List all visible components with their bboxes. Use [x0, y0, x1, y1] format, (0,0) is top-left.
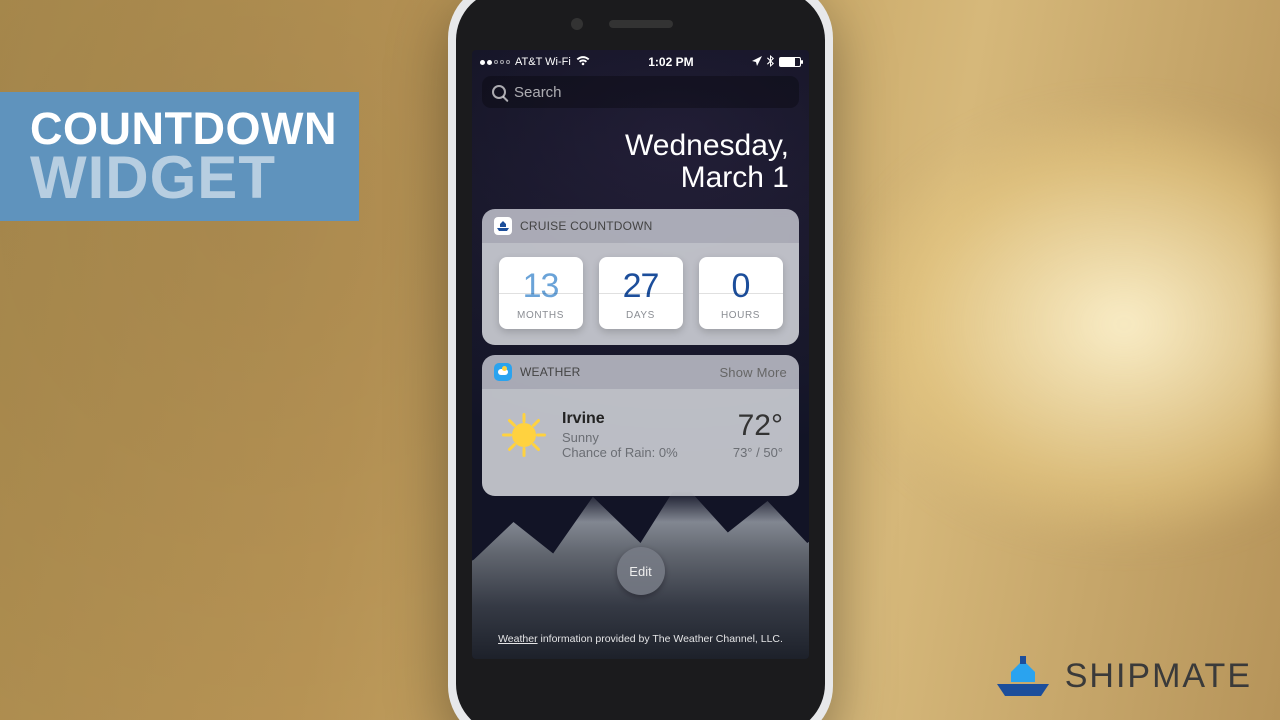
weather-attribution: Weather information provided by The Weat…	[472, 633, 809, 645]
edit-label: Edit	[629, 564, 651, 579]
weather-header: WEATHER Show More	[482, 355, 799, 389]
countdown-months-card: 13 MONTHS	[499, 257, 583, 329]
weather-city: Irvine	[562, 410, 717, 428]
edit-widgets-button[interactable]: Edit	[617, 547, 665, 595]
search-placeholder: Search	[514, 84, 562, 101]
countdown-days-card: 27 DAYS	[599, 257, 683, 329]
weather-attribution-text: information provided by The Weather Chan…	[538, 633, 783, 645]
weather-body: Irvine Sunny Chance of Rain: 0% 72° 73° …	[482, 389, 799, 496]
status-bar-left: AT&T Wi-Fi	[480, 56, 590, 69]
promo-title-badge: COUNTDOWN WIDGET	[0, 92, 359, 221]
countdown-cards: 13 MONTHS 27 DAYS 0 HOURS	[496, 257, 785, 329]
status-bar-right	[752, 55, 801, 70]
countdown-hours-label: HOURS	[699, 310, 783, 321]
shipmate-app-icon	[494, 217, 512, 235]
brand-lockup: SHIPMATE	[993, 654, 1252, 698]
phone-earpiece	[609, 20, 673, 28]
weather-temps: 72° 73° / 50°	[733, 409, 783, 460]
phone-camera-dot	[571, 18, 583, 30]
location-icon	[752, 56, 762, 69]
bluetooth-icon	[767, 55, 774, 70]
cruise-countdown-title: CRUISE COUNTDOWN	[520, 219, 653, 233]
promo-title-line2: WIDGET	[30, 150, 337, 206]
spotlight-search[interactable]: Search	[482, 76, 799, 108]
cruise-countdown-header: CRUISE COUNTDOWN	[482, 209, 799, 243]
countdown-hours-card: 0 HOURS	[699, 257, 783, 329]
phone-device-frame: AT&T Wi-Fi 1:02 PM	[448, 0, 833, 720]
weather-row: Irvine Sunny Chance of Rain: 0% 72° 73° …	[496, 403, 785, 480]
weather-hilo: 73° / 50°	[733, 445, 783, 460]
status-bar-time: 1:02 PM	[648, 55, 693, 69]
search-icon	[492, 85, 506, 99]
wifi-icon	[576, 56, 590, 69]
phone-bezel: AT&T Wi-Fi 1:02 PM	[456, 0, 825, 720]
weather-attribution-link[interactable]: Weather	[498, 633, 538, 645]
today-date-line1: Wednesday,	[472, 130, 789, 162]
weather-condition: Sunny	[562, 430, 717, 445]
battery-icon	[779, 57, 801, 67]
ship-icon	[993, 654, 1053, 698]
cruise-countdown-widget[interactable]: CRUISE COUNTDOWN 13 MONTHS 27 DAYS	[482, 209, 799, 345]
weather-widget[interactable]: WEATHER Show More	[482, 355, 799, 496]
weather-summary: Irvine Sunny Chance of Rain: 0%	[562, 410, 717, 460]
weather-current-temp: 72°	[733, 409, 783, 443]
countdown-months-value: 13	[499, 267, 583, 306]
countdown-days-value: 27	[599, 267, 683, 306]
phone-screen: AT&T Wi-Fi 1:02 PM	[472, 50, 809, 659]
brand-name: SHIPMATE	[1065, 657, 1252, 696]
promo-background: COUNTDOWN WIDGET AT&T Wi-Fi	[0, 0, 1280, 720]
weather-app-icon	[494, 363, 512, 381]
countdown-hours-value: 0	[699, 267, 783, 306]
weather-rain-chance: Chance of Rain: 0%	[562, 445, 717, 460]
sun-icon	[502, 413, 546, 457]
carrier-label: AT&T Wi-Fi	[515, 56, 571, 68]
weather-title: WEATHER	[520, 365, 581, 379]
today-date: Wednesday, March 1	[472, 108, 809, 209]
today-date-line2: March 1	[472, 162, 789, 194]
countdown-days-label: DAYS	[599, 310, 683, 321]
status-bar: AT&T Wi-Fi 1:02 PM	[472, 50, 809, 70]
cruise-countdown-body: 13 MONTHS 27 DAYS 0 HOURS	[482, 243, 799, 345]
cell-signal-icon	[480, 60, 510, 65]
weather-show-more[interactable]: Show More	[719, 365, 787, 380]
countdown-months-label: MONTHS	[499, 310, 583, 321]
